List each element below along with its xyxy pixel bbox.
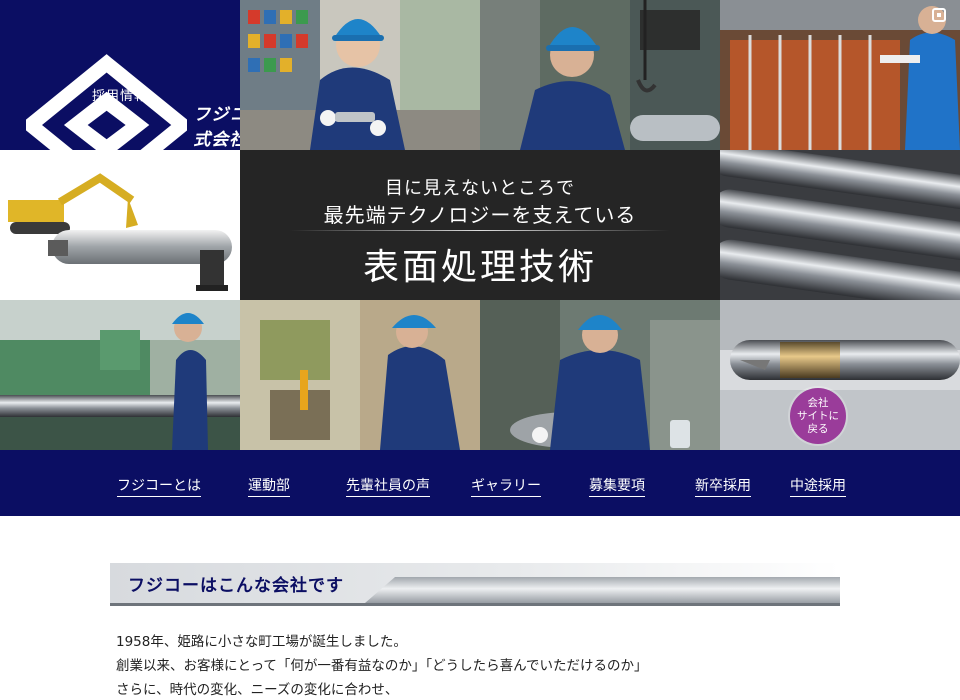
logo-text: フジコー株式会社: [193, 105, 240, 150]
corporate-site-label-3: 戻る: [807, 422, 829, 435]
catchphrase-divider: [290, 230, 670, 231]
about-line-2: 創業以来、お客様にとって「何が一番有益なのか」「どうしたら喜んでいただけるのか」: [116, 658, 648, 674]
nav-about-fujiko[interactable]: フジコーとは: [117, 475, 201, 497]
catchphrase-panel: 目に見えないところで 最先端テクノロジーを支えている 表面処理技術: [240, 150, 720, 300]
nav-new-graduate[interactable]: 新卒採用: [695, 475, 751, 497]
about-section-heading: フジコーはこんな会社です: [110, 563, 840, 609]
about-body: 1958年、姫路に小さな町工場が誕生しました。 創業以来、お客様にとって「何が一…: [116, 630, 836, 700]
catchphrase-line-2: 最先端テクノロジーを支えている: [323, 203, 637, 227]
nav-sports-club[interactable]: 運動部: [248, 475, 290, 497]
photo-chrome-rolls: [720, 150, 960, 300]
nav-employee-voices[interactable]: 先輩社員の声: [346, 475, 430, 497]
nav-job-requirements[interactable]: 募集要項: [589, 475, 645, 497]
photo-worker-assembling: [480, 300, 720, 450]
corporate-site-button[interactable]: 会社 サイトに 戻る: [790, 388, 846, 444]
photo-excavator-roll: [0, 150, 240, 300]
corporate-site-label-1: 会社: [807, 396, 829, 409]
about-line-1: 1958年、姫路に小さな町工場が誕生しました。: [116, 634, 407, 650]
recruit-label: 採用情報: [91, 89, 148, 104]
hero-photo-grid: フジコー株式会社 採用情報: [0, 0, 960, 450]
photo-worker-drilling: [240, 300, 480, 450]
corporate-site-label-2: サイトに: [797, 409, 839, 422]
photo-worker-crane: [480, 0, 720, 150]
about-line-3: さらに、時代の変化、ニーズの変化に合わせ、: [116, 682, 399, 698]
photo-plating-tank: [720, 0, 960, 150]
fullscreen-icon[interactable]: [932, 8, 946, 22]
catchphrase-headline: 表面処理技術: [362, 247, 597, 288]
about-section-title: フジコーはこんな会社です: [128, 576, 344, 596]
logo-tile[interactable]: フジコー株式会社 採用情報: [0, 0, 240, 150]
global-nav: フジコーとは 運動部 先輩社員の声 ギャラリー 募集要項 新卒採用 中途採用: [0, 450, 960, 516]
catchphrase-line-1: 目に見えないところで: [385, 178, 575, 199]
nav-mid-career[interactable]: 中途採用: [790, 475, 846, 497]
nav-gallery[interactable]: ギャラリー: [471, 475, 541, 497]
photo-lathe-worker: [0, 300, 240, 450]
photo-worker-inspecting: [240, 0, 480, 150]
